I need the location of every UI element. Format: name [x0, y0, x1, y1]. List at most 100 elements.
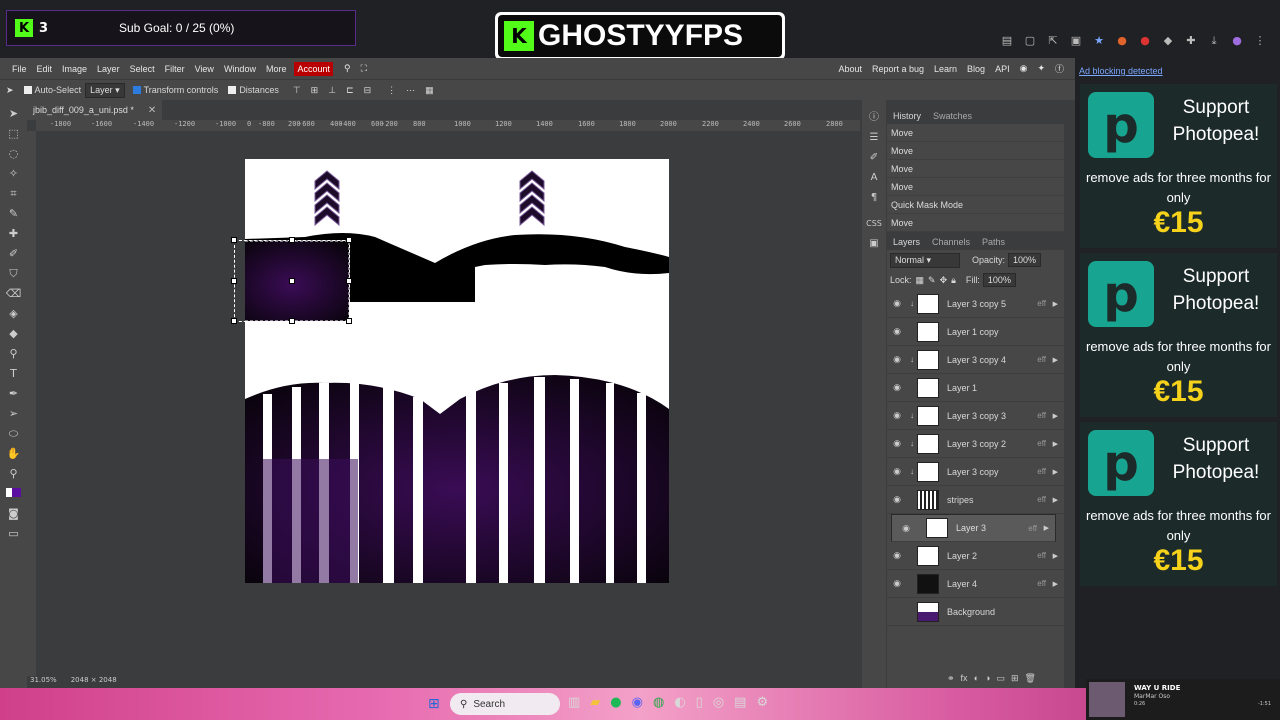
link-icon[interactable]: ⚭: [947, 673, 955, 684]
crop-tool-icon[interactable]: ⌗: [6, 186, 22, 202]
marquee-tool-icon[interactable]: ⬚: [6, 126, 22, 142]
layer-row[interactable]: ◉ stripes eff ▶: [887, 486, 1064, 514]
layer-row[interactable]: ◉ Layer 1 copy: [887, 318, 1064, 346]
properties-icon[interactable]: ☰: [862, 128, 886, 148]
expand-arrow-icon[interactable]: ▶: [1053, 440, 1058, 448]
transform-handle[interactable]: [231, 278, 237, 284]
page-icon[interactable]: ▢: [1023, 34, 1037, 48]
align-bottom-icon[interactable]: ⊥: [328, 85, 336, 96]
discord-icon[interactable]: ◉: [632, 695, 643, 710]
menu-filter[interactable]: Filter: [160, 64, 190, 74]
spotify-icon[interactable]: ●: [610, 695, 621, 710]
reading-list-icon[interactable]: ▤: [1000, 34, 1014, 48]
blend-mode-dropdown[interactable]: Normal ▾: [890, 252, 960, 268]
expand-arrow-icon[interactable]: ▶: [1053, 552, 1058, 560]
grid-icon[interactable]: ▦: [425, 85, 434, 96]
eye-icon[interactable]: ◉: [896, 523, 916, 534]
effects-label[interactable]: eff: [1037, 411, 1046, 420]
layer-row[interactable]: ◉ Layer 4 eff ▶: [887, 570, 1064, 598]
eye-icon[interactable]: ◉: [887, 438, 907, 449]
lock-all-icon[interactable]: 🔒︎: [951, 275, 956, 286]
menu-window[interactable]: Window: [219, 64, 261, 74]
bookmark-star-icon[interactable]: ★: [1092, 34, 1106, 48]
menu-blog[interactable]: Blog: [962, 64, 990, 74]
effects-label[interactable]: eff: [1037, 439, 1046, 448]
history-item[interactable]: Move: [887, 142, 1064, 160]
history-item[interactable]: Move: [887, 214, 1064, 232]
menu-view[interactable]: View: [190, 64, 219, 74]
distribute-icon[interactable]: ⋮: [387, 85, 396, 96]
color-swatches-icon[interactable]: [6, 486, 22, 502]
media-player-widget[interactable]: WAY U RIDE MarMar Oso 0:26 -1:51: [1086, 679, 1280, 720]
reddit-icon[interactable]: ◉: [1015, 63, 1033, 74]
css-icon[interactable]: CSS: [862, 214, 886, 234]
hand-tool-icon[interactable]: ✋: [6, 446, 22, 462]
fill-value[interactable]: 100%: [982, 273, 1016, 287]
effects-label[interactable]: eff: [1037, 551, 1046, 560]
ad-banner[interactable]: p Support Photopea! remove ads for three…: [1080, 253, 1277, 417]
menu-image[interactable]: Image: [57, 64, 92, 74]
lock-position-icon[interactable]: ✥: [940, 275, 948, 286]
distribute-2-icon[interactable]: ⋯: [406, 85, 415, 96]
quick-mask-icon[interactable]: ◙: [6, 506, 22, 522]
transform-center-handle[interactable]: [289, 278, 295, 284]
transform-handle[interactable]: [346, 278, 352, 284]
facebook-icon[interactable]: ⓕ: [1050, 62, 1069, 75]
transform-handle[interactable]: [289, 237, 295, 243]
new-layer-icon[interactable]: ⊞: [1011, 673, 1019, 684]
layer-row[interactable]: ◉ Layer 2 eff ▶: [887, 542, 1064, 570]
tab-channels[interactable]: Channels: [932, 237, 970, 247]
move-tool-icon[interactable]: ➤: [6, 85, 14, 96]
eye-icon[interactable]: ◉: [887, 494, 907, 505]
chrome-icon[interactable]: ◍: [653, 695, 664, 710]
mask-icon[interactable]: ◐: [974, 673, 979, 684]
transform-handle[interactable]: [289, 318, 295, 324]
folder-icon[interactable]: ▭: [996, 673, 1005, 684]
share-icon[interactable]: ⇱: [1046, 34, 1060, 48]
expand-arrow-icon[interactable]: ▶: [1044, 524, 1049, 532]
history-item[interactable]: Move: [887, 124, 1064, 142]
transform-handle[interactable]: [346, 237, 352, 243]
taskbar-search[interactable]: ⚲ Search: [450, 693, 560, 715]
layer-row[interactable]: ◉ ↓ Layer 3 copy 5 eff ▶: [887, 290, 1064, 318]
app-icon[interactable]: ▤: [734, 695, 746, 710]
extension-2-icon[interactable]: ●: [1138, 34, 1152, 48]
expand-arrow-icon[interactable]: ▶: [1053, 468, 1058, 476]
shape-tool-icon[interactable]: ⬭: [6, 426, 22, 442]
info-icon[interactable]: ⓘ: [862, 108, 886, 128]
healing-brush-icon[interactable]: ✚: [6, 226, 22, 242]
document-tab[interactable]: jbib_diff_009_a_uni.psd * ✕: [27, 100, 163, 120]
zoom-level[interactable]: 31.05%: [30, 676, 57, 688]
expand-arrow-icon[interactable]: ▶: [1053, 412, 1058, 420]
obs-icon[interactable]: ◐: [674, 695, 685, 710]
dodge-tool-icon[interactable]: ⚲: [6, 346, 22, 362]
paragraph-icon[interactable]: ¶: [862, 188, 886, 208]
zoom-tool-icon[interactable]: ⚲: [6, 466, 22, 482]
file-explorer-icon[interactable]: ▰: [590, 695, 600, 710]
blur-tool-icon[interactable]: ◆: [6, 326, 22, 342]
path-select-icon[interactable]: ➢: [6, 406, 22, 422]
eye-icon[interactable]: ◉: [887, 326, 907, 337]
history-item[interactable]: Move: [887, 160, 1064, 178]
eye-icon[interactable]: ◉: [887, 298, 907, 309]
search-icon[interactable]: ⚲: [339, 63, 356, 74]
image-icon[interactable]: ▣: [862, 234, 886, 254]
eyedropper-icon[interactable]: ✎: [6, 206, 22, 222]
menu-select[interactable]: Select: [125, 64, 160, 74]
menu-api[interactable]: API: [990, 64, 1015, 74]
menu-layer[interactable]: Layer: [92, 64, 125, 74]
twitter-icon[interactable]: ✦: [1032, 63, 1050, 74]
adjustment-icon[interactable]: ◑: [985, 673, 990, 684]
profile-icon[interactable]: ●: [1230, 34, 1244, 48]
opacity-value[interactable]: 100%: [1008, 253, 1042, 267]
document-icon[interactable]: ▯: [696, 695, 703, 710]
ad-banner[interactable]: p Support Photopea! remove ads for three…: [1080, 84, 1277, 248]
expand-arrow-icon[interactable]: ▶: [1053, 496, 1058, 504]
transform-handle[interactable]: [231, 237, 237, 243]
trash-icon[interactable]: 🗑︎: [1025, 673, 1036, 684]
fullscreen-icon[interactable]: ⛶: [356, 63, 372, 74]
widgets-icon[interactable]: ▥: [568, 695, 580, 710]
magic-wand-icon[interactable]: ✧: [6, 166, 22, 182]
character-icon[interactable]: A: [862, 168, 886, 188]
eye-icon[interactable]: ◉: [887, 410, 907, 421]
